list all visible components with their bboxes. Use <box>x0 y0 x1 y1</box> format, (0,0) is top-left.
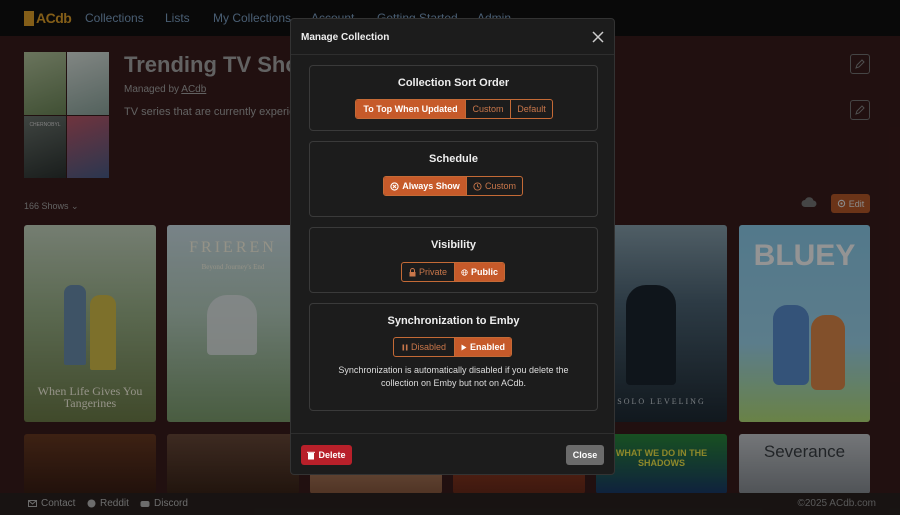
sync-enabled-option[interactable]: Enabled <box>454 338 511 356</box>
schedule-always-show-option[interactable]: Always Show <box>384 177 466 195</box>
schedule-card: Schedule Always Show Custom <box>309 141 598 217</box>
modal-close-button[interactable] <box>590 29 606 45</box>
sync-disabled-label: Disabled <box>410 342 447 352</box>
visibility-private-option[interactable]: Private <box>402 263 454 281</box>
sync-enabled-label: Enabled <box>469 342 505 352</box>
delete-label: Delete <box>318 450 346 460</box>
sync-note: Synchronization is automatically disable… <box>338 365 569 388</box>
globe-icon <box>461 268 468 276</box>
play-icon <box>461 344 467 350</box>
visibility-title: Visibility <box>430 239 477 251</box>
sync-toggle: Disabled Enabled <box>393 337 512 357</box>
schedule-toggle: Always Show Custom <box>383 176 523 196</box>
modal-title: Manage Collection <box>301 32 390 43</box>
sort-order-title: Collection Sort Order <box>397 77 510 89</box>
close-button[interactable]: Close <box>566 445 604 465</box>
schedule-title: Schedule <box>429 153 478 165</box>
x-circle-icon <box>390 181 399 191</box>
lock-icon <box>409 267 416 276</box>
sort-to-top-option[interactable]: To Top When Updated <box>356 100 465 118</box>
visibility-card: Visibility Private Public <box>309 227 598 293</box>
close-icon <box>592 31 604 43</box>
sort-default-option[interactable]: Default <box>510 100 552 118</box>
visibility-public-label: Public <box>470 267 498 277</box>
sync-card: Synchronization to Emby Disabled Enabled… <box>309 303 598 411</box>
visibility-private-label: Private <box>418 267 447 277</box>
modal-footer: Delete Close <box>291 433 614 476</box>
schedule-custom-label: Custom <box>484 181 516 191</box>
delete-button[interactable]: Delete <box>301 445 352 465</box>
visibility-public-option[interactable]: Public <box>454 263 504 281</box>
sort-custom-option[interactable]: Custom <box>465 100 510 118</box>
manage-collection-modal: Manage Collection Collection Sort Order … <box>290 18 615 475</box>
visibility-toggle: Private Public <box>401 262 505 282</box>
sync-title: Synchronization to Emby <box>387 315 520 327</box>
clock-icon <box>473 181 482 191</box>
trash-icon <box>307 451 316 459</box>
schedule-always-show-label: Always Show <box>402 181 460 191</box>
modal-header: Manage Collection <box>291 19 614 55</box>
sort-order-toggle: To Top When Updated Custom Default <box>355 99 553 119</box>
pause-icon <box>402 344 408 350</box>
sync-disabled-option[interactable]: Disabled <box>394 338 454 356</box>
schedule-custom-option[interactable]: Custom <box>466 177 522 195</box>
sort-order-card: Collection Sort Order To Top When Update… <box>309 65 598 131</box>
